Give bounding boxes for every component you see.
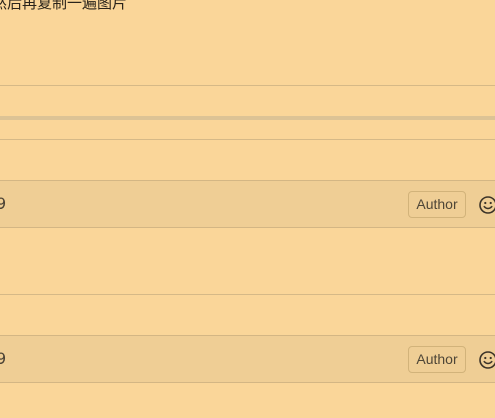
smiley-icon: [479, 351, 495, 369]
divider: [0, 85, 495, 86]
author-badge: Author: [408, 191, 466, 218]
comment-timestamp[interactable]: 9: [0, 349, 6, 369]
author-badge: Author: [408, 346, 466, 373]
comment-body-text: 然后再复制一遍图片: [0, 0, 128, 12]
comment-timestamp[interactable]: 9: [0, 194, 6, 214]
add-reaction-button[interactable]: [479, 348, 495, 372]
timeline-separator: [0, 116, 495, 120]
comment-header: 9 Author: [0, 335, 495, 383]
divider: [0, 294, 495, 295]
comment-header: 9 Author: [0, 180, 495, 228]
smiley-icon: [479, 196, 495, 214]
add-reaction-button[interactable]: [479, 193, 495, 217]
divider: [0, 139, 495, 140]
